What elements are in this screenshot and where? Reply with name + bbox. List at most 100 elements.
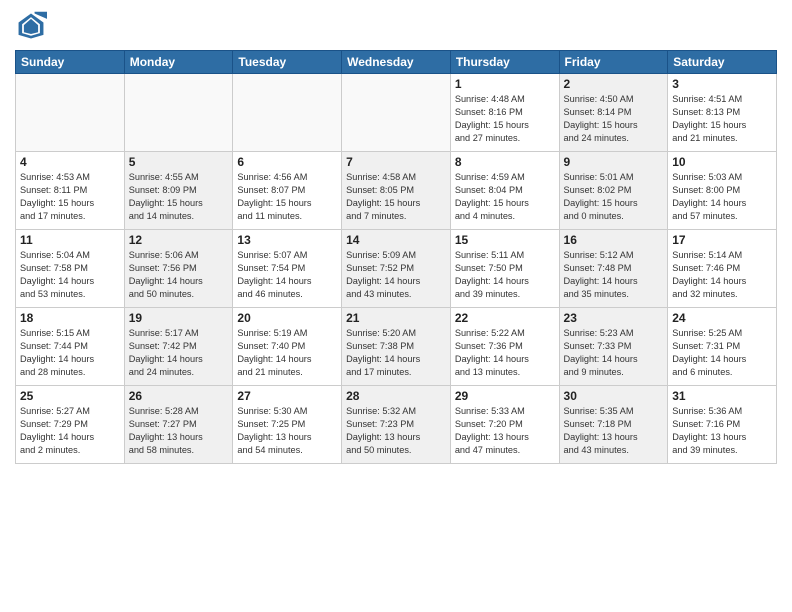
calendar-cell: 26 Sunrise: 5:28 AM Sunset: 7:27 PM Dayli… [124,386,233,464]
calendar-cell: 17Sunrise: 5:14 AM Sunset: 7:46 PM Dayli… [668,230,777,308]
day-info: Sunrise: 5:20 AM Sunset: 7:38 PM Dayligh… [346,327,446,379]
day-number: 10 [672,155,772,169]
calendar-cell: 11 Sunrise: 5:04 AM Sunset: 7:58 PM Dayli… [16,230,125,308]
day-number: 15 [455,233,555,247]
calendar-cell: 18 Sunrise: 5:15 AM Sunset: 7:44 PM Dayli… [16,308,125,386]
calendar-cell: 2Sunrise: 4:50 AM Sunset: 8:14 PM Daylig… [559,74,668,152]
calendar-cell: 15 Sunrise: 5:11 AM Sunset: 7:50 PM Dayli… [450,230,559,308]
day-number: 18 [20,311,120,325]
weekday-header-row: SundayMondayTuesdayWednesdayThursdayFrid… [16,51,777,74]
day-info: Sunrise: 4:56 AM Sunset: 8:07 PM Dayligh… [237,171,337,223]
day-number: 14 [346,233,446,247]
day-number: 12 [129,233,229,247]
calendar-cell: 23 Sunrise: 5:23 AM Sunset: 7:33 PM Dayli… [559,308,668,386]
calendar-cell [16,74,125,152]
day-info: Sunrise: 5:17 AM Sunset: 7:42 PM Dayligh… [129,327,229,379]
calendar-cell [124,74,233,152]
calendar-cell [342,74,451,152]
day-info: Sunrise: 4:48 AM Sunset: 8:16 PM Dayligh… [455,93,555,145]
day-number: 4 [20,155,120,169]
day-number: 30 [564,389,664,403]
day-number: 26 [129,389,229,403]
day-info: Sunrise: 5:27 AM Sunset: 7:29 PM Dayligh… [20,405,120,457]
day-number: 16 [564,233,664,247]
day-info: Sunrise: 5:25 AM Sunset: 7:31 PM Dayligh… [672,327,772,379]
calendar-cell: 29 Sunrise: 5:33 AM Sunset: 7:20 PM Dayli… [450,386,559,464]
calendar-cell: 9 Sunrise: 5:01 AM Sunset: 8:02 PM Daylig… [559,152,668,230]
calendar-cell: 7Sunrise: 4:58 AM Sunset: 8:05 PM Daylig… [342,152,451,230]
day-info: Sunrise: 5:12 AM Sunset: 7:48 PM Dayligh… [564,249,664,301]
calendar-cell: 24 Sunrise: 5:25 AM Sunset: 7:31 PM Dayli… [668,308,777,386]
calendar-week-row: 1 Sunrise: 4:48 AM Sunset: 8:16 PM Daylig… [16,74,777,152]
day-number: 31 [672,389,772,403]
calendar-week-row: 18 Sunrise: 5:15 AM Sunset: 7:44 PM Dayli… [16,308,777,386]
day-info: Sunrise: 5:36 AM Sunset: 7:16 PM Dayligh… [672,405,772,457]
calendar-cell: 12Sunrise: 5:06 AM Sunset: 7:56 PM Dayli… [124,230,233,308]
day-info: Sunrise: 5:28 AM Sunset: 7:27 PM Dayligh… [129,405,229,457]
day-info: Sunrise: 5:35 AM Sunset: 7:18 PM Dayligh… [564,405,664,457]
day-number: 1 [455,77,555,91]
calendar-cell: 27Sunrise: 5:30 AM Sunset: 7:25 PM Dayli… [233,386,342,464]
day-number: 7 [346,155,446,169]
calendar-cell: 30 Sunrise: 5:35 AM Sunset: 7:18 PM Dayli… [559,386,668,464]
calendar-cell: 20Sunrise: 5:19 AM Sunset: 7:40 PM Dayli… [233,308,342,386]
calendar-cell: 22 Sunrise: 5:22 AM Sunset: 7:36 PM Dayli… [450,308,559,386]
day-number: 21 [346,311,446,325]
day-info: Sunrise: 5:23 AM Sunset: 7:33 PM Dayligh… [564,327,664,379]
calendar-cell: 6 Sunrise: 4:56 AM Sunset: 8:07 PM Daylig… [233,152,342,230]
day-info: Sunrise: 5:30 AM Sunset: 7:25 PM Dayligh… [237,405,337,457]
day-number: 22 [455,311,555,325]
day-number: 29 [455,389,555,403]
day-number: 19 [129,311,229,325]
day-info: Sunrise: 5:33 AM Sunset: 7:20 PM Dayligh… [455,405,555,457]
weekday-header: Monday [124,51,233,74]
day-number: 28 [346,389,446,403]
weekday-header: Thursday [450,51,559,74]
calendar-cell: 28 Sunrise: 5:32 AM Sunset: 7:23 PM Dayli… [342,386,451,464]
weekday-header: Tuesday [233,51,342,74]
day-info: Sunrise: 4:51 AM Sunset: 8:13 PM Dayligh… [672,93,772,145]
calendar-cell: 14Sunrise: 5:09 AM Sunset: 7:52 PM Dayli… [342,230,451,308]
calendar-cell: 5Sunrise: 4:55 AM Sunset: 8:09 PM Daylig… [124,152,233,230]
day-info: Sunrise: 5:22 AM Sunset: 7:36 PM Dayligh… [455,327,555,379]
calendar-week-row: 11 Sunrise: 5:04 AM Sunset: 7:58 PM Dayli… [16,230,777,308]
day-number: 2 [564,77,664,91]
day-info: Sunrise: 4:59 AM Sunset: 8:04 PM Dayligh… [455,171,555,223]
day-number: 13 [237,233,337,247]
calendar-cell: 3 Sunrise: 4:51 AM Sunset: 8:13 PM Daylig… [668,74,777,152]
day-info: Sunrise: 5:14 AM Sunset: 7:46 PM Dayligh… [672,249,772,301]
calendar-cell [233,74,342,152]
day-info: Sunrise: 5:04 AM Sunset: 7:58 PM Dayligh… [20,249,120,301]
day-number: 24 [672,311,772,325]
weekday-header: Friday [559,51,668,74]
day-number: 3 [672,77,772,91]
calendar-cell: 1 Sunrise: 4:48 AM Sunset: 8:16 PM Daylig… [450,74,559,152]
logo-icon [15,10,47,42]
day-info: Sunrise: 5:01 AM Sunset: 8:02 PM Dayligh… [564,171,664,223]
day-info: Sunrise: 5:32 AM Sunset: 7:23 PM Dayligh… [346,405,446,457]
page: SundayMondayTuesdayWednesdayThursdayFrid… [0,0,792,612]
weekday-header: Sunday [16,51,125,74]
day-info: Sunrise: 5:15 AM Sunset: 7:44 PM Dayligh… [20,327,120,379]
weekday-header: Saturday [668,51,777,74]
day-number: 23 [564,311,664,325]
calendar-cell: 8Sunrise: 4:59 AM Sunset: 8:04 PM Daylig… [450,152,559,230]
header [15,10,777,42]
weekday-header: Wednesday [342,51,451,74]
calendar-cell: 13Sunrise: 5:07 AM Sunset: 7:54 PM Dayli… [233,230,342,308]
day-number: 11 [20,233,120,247]
logo [15,10,53,42]
calendar-cell: 31 Sunrise: 5:36 AM Sunset: 7:16 PM Dayli… [668,386,777,464]
day-info: Sunrise: 4:53 AM Sunset: 8:11 PM Dayligh… [20,171,120,223]
day-number: 6 [237,155,337,169]
day-info: Sunrise: 5:03 AM Sunset: 8:00 PM Dayligh… [672,171,772,223]
calendar-table: SundayMondayTuesdayWednesdayThursdayFrid… [15,50,777,464]
day-number: 9 [564,155,664,169]
calendar-cell: 16 Sunrise: 5:12 AM Sunset: 7:48 PM Dayli… [559,230,668,308]
calendar-cell: 10 Sunrise: 5:03 AM Sunset: 8:00 PM Dayli… [668,152,777,230]
day-number: 5 [129,155,229,169]
calendar-cell: 19 Sunrise: 5:17 AM Sunset: 7:42 PM Dayli… [124,308,233,386]
calendar-week-row: 25 Sunrise: 5:27 AM Sunset: 7:29 PM Dayli… [16,386,777,464]
day-number: 25 [20,389,120,403]
day-info: Sunrise: 5:11 AM Sunset: 7:50 PM Dayligh… [455,249,555,301]
